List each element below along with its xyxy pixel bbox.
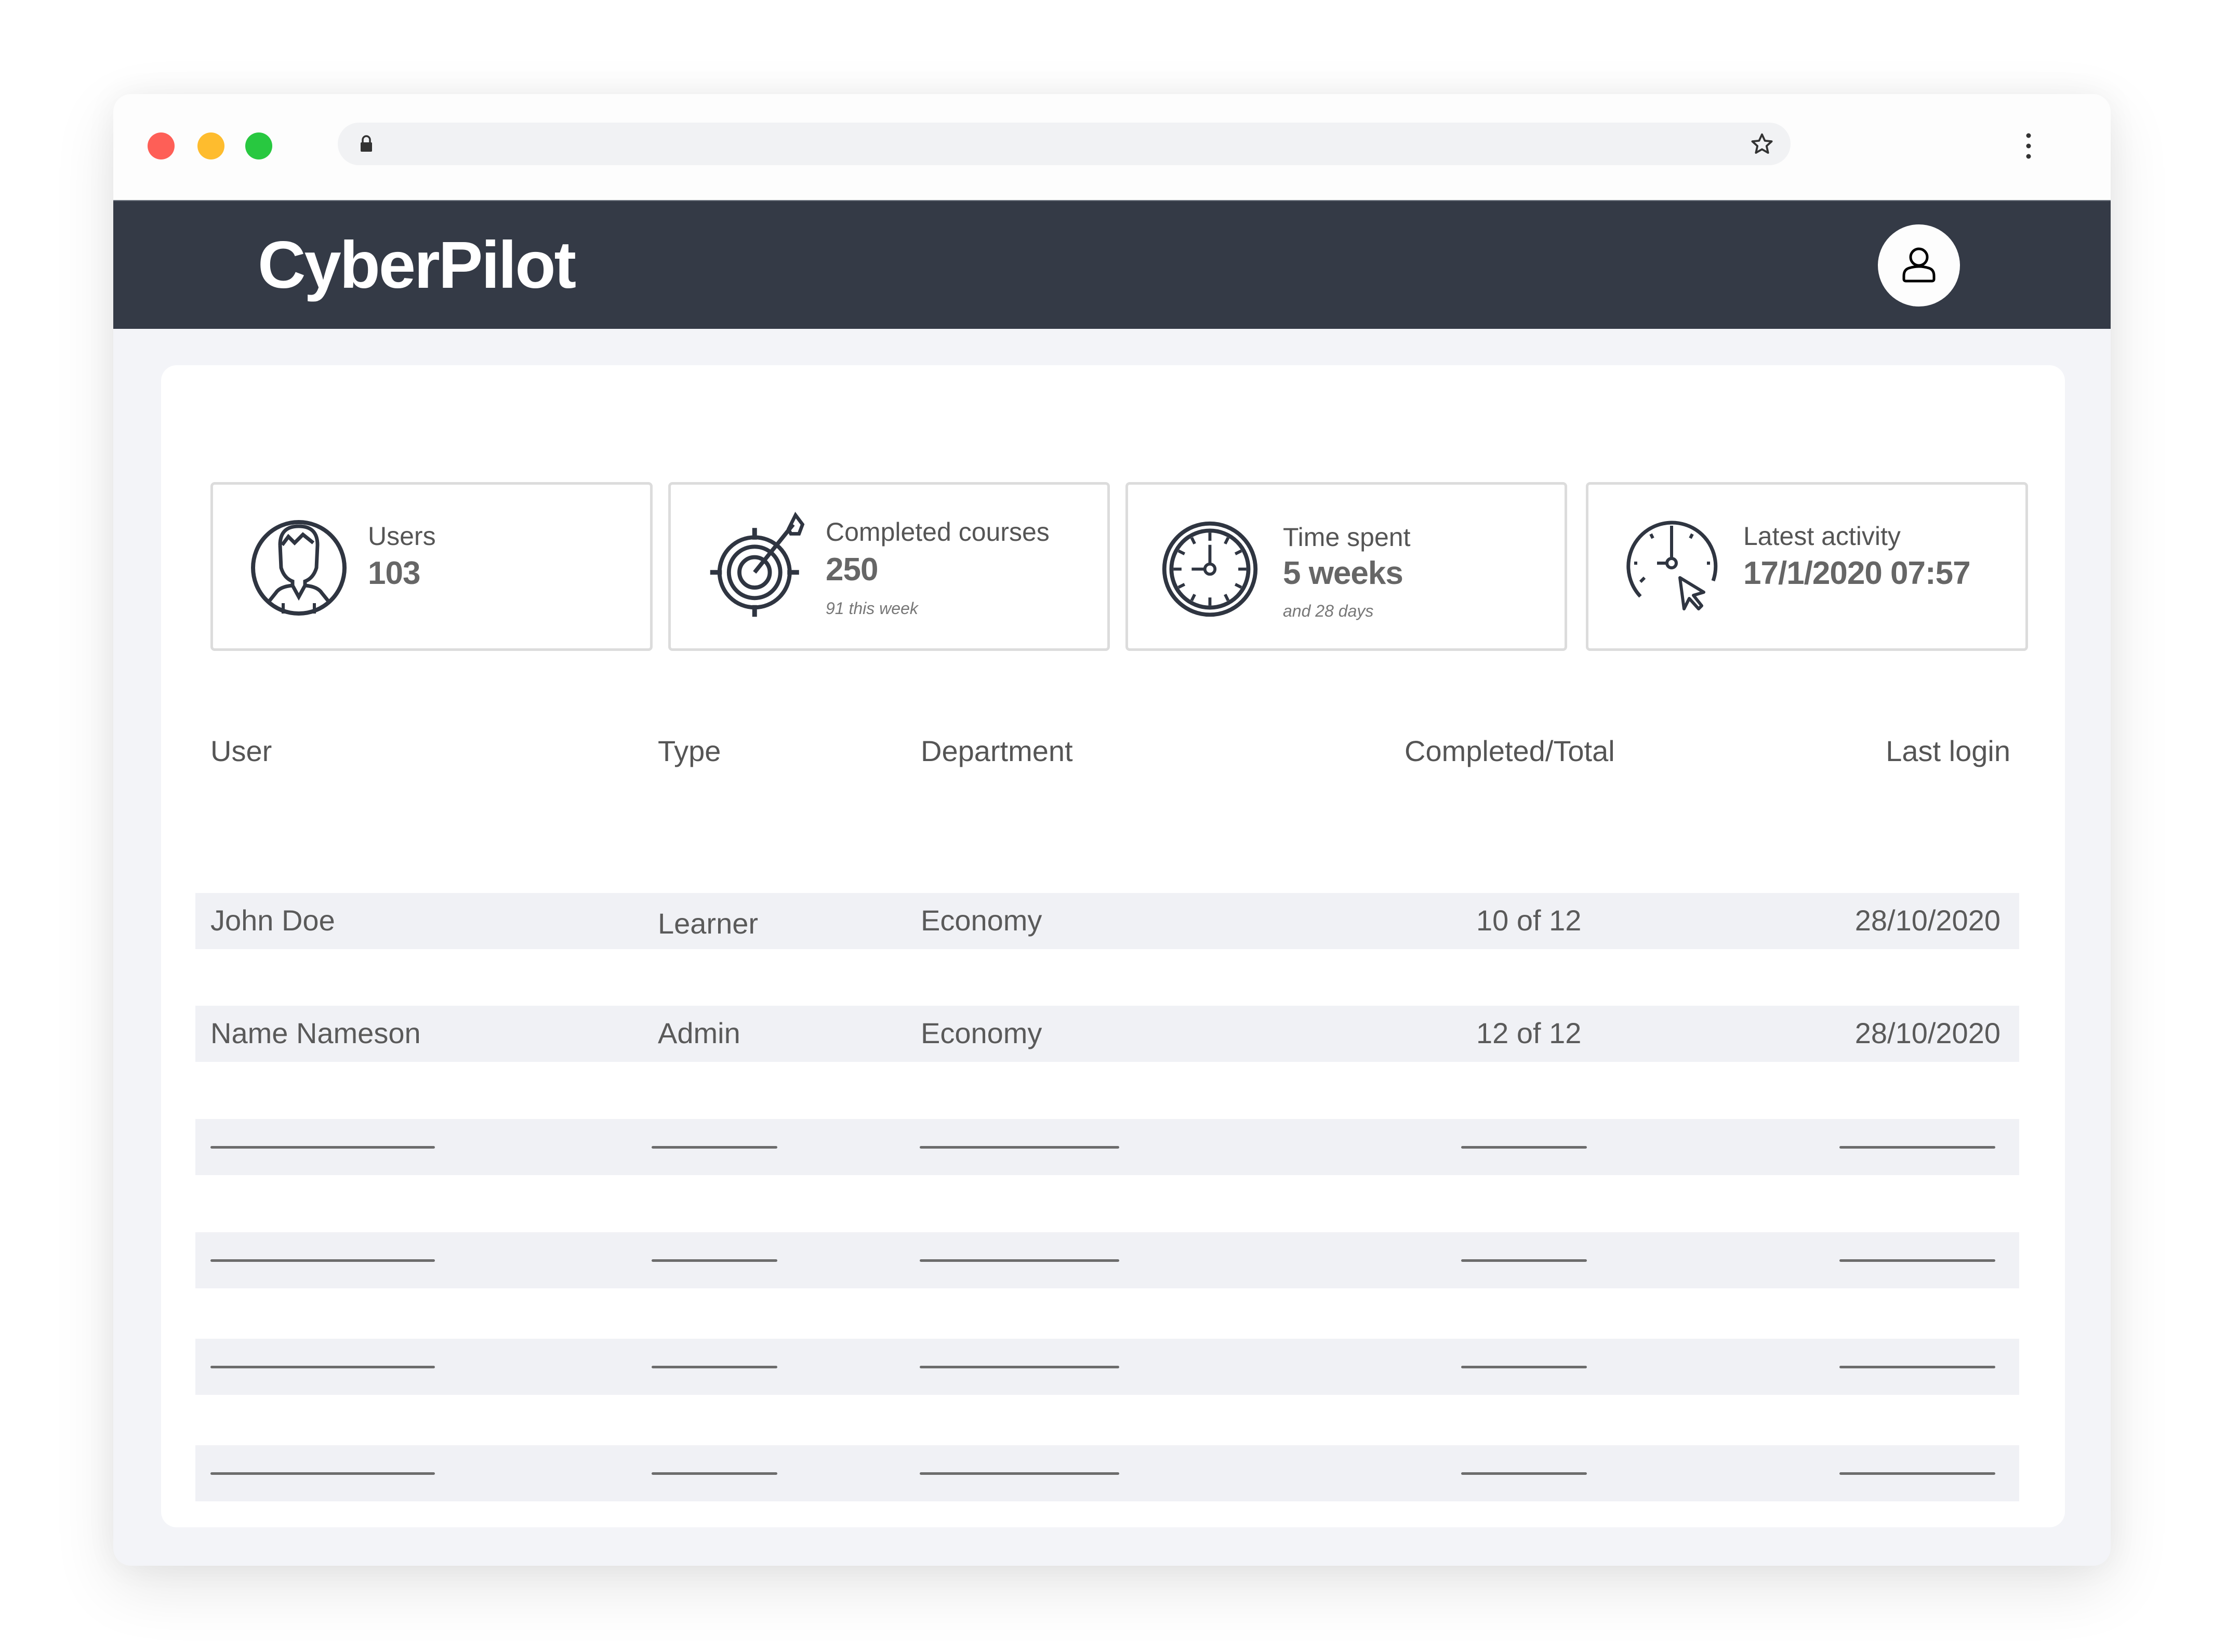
placeholder-row — [195, 1119, 2019, 1175]
minimize-window-button[interactable] — [197, 132, 224, 159]
placeholder-line — [920, 1146, 1119, 1149]
lock-icon — [361, 135, 372, 152]
placeholder-line — [920, 1472, 1119, 1475]
placeholder-line — [1461, 1366, 1587, 1368]
kebab-menu-icon[interactable] — [2023, 131, 2034, 161]
stat-value: 103 — [368, 555, 420, 591]
placeholder-row — [195, 1339, 2019, 1395]
app-header: CyberPilot — [113, 200, 2111, 329]
star-icon[interactable] — [1750, 132, 1774, 156]
stat-label: Time spent — [1283, 523, 1411, 552]
stat-label: Users — [368, 522, 436, 551]
browser-chrome — [113, 94, 2111, 200]
stat-card-time-spent: Time spent 5 weeks and 28 days — [1125, 482, 1567, 651]
close-window-button[interactable] — [148, 132, 175, 159]
stat-value: 250 — [826, 552, 878, 588]
stat-value: 17/1/2020 07:57 — [1743, 555, 1971, 591]
cell-user: John Doe — [210, 904, 335, 937]
cell-completed: 10 of 12 — [1476, 904, 1582, 937]
placeholder-line — [210, 1259, 435, 1262]
placeholder-line — [1839, 1146, 1995, 1149]
cell-type: Admin — [658, 1017, 740, 1049]
cell-type: Learner — [658, 907, 759, 940]
clock-cursor-icon — [1626, 521, 1718, 610]
placeholder-line — [210, 1146, 435, 1149]
column-header-completed-total[interactable]: Completed/Total — [1404, 734, 1615, 768]
table-header: User Type Department Completed/Total Las… — [161, 734, 2065, 776]
brand-logo[interactable]: CyberPilot — [258, 227, 576, 303]
placeholder-row — [195, 1445, 2019, 1501]
placeholder-line — [652, 1146, 777, 1149]
table-row[interactable]: John Doe Learner Economy 10 of 12 28/10/… — [195, 893, 2019, 949]
cell-department: Economy — [921, 904, 1042, 937]
placeholder-line — [652, 1259, 777, 1262]
profile-button[interactable] — [1878, 224, 1960, 307]
column-header-department[interactable]: Department — [921, 734, 1073, 768]
column-header-type[interactable]: Type — [658, 734, 721, 768]
stat-label: Latest activity — [1743, 522, 1901, 551]
table-row[interactable]: Name Nameson Admin Economy 12 of 12 28/1… — [195, 1006, 2019, 1062]
placeholder-line — [1461, 1146, 1587, 1149]
cell-department: Economy — [921, 1017, 1042, 1049]
stat-sublabel: and 28 days — [1283, 602, 1374, 620]
user-icon — [1902, 247, 1936, 283]
column-header-user[interactable]: User — [210, 734, 272, 768]
column-header-last-login[interactable]: Last login — [1886, 734, 2010, 768]
target-arrow-icon — [710, 512, 805, 617]
placeholder-line — [920, 1259, 1119, 1262]
browser-window: CyberPilot Users 103 Completed courses 2… — [113, 94, 2111, 1566]
stat-sublabel: 91 this week — [826, 599, 918, 618]
stat-label: Completed courses — [826, 517, 1050, 547]
cell-last-login: 28/10/2020 — [1854, 1017, 2000, 1049]
maximize-window-button[interactable] — [245, 132, 272, 159]
stat-card-users: Users 103 — [210, 482, 653, 651]
cell-user: Name Nameson — [210, 1017, 421, 1049]
cell-completed: 12 of 12 — [1476, 1017, 1582, 1049]
address-bar[interactable] — [338, 123, 1791, 165]
placeholder-line — [1839, 1366, 1995, 1368]
dashboard-card: Users 103 Completed courses 250 91 this … — [161, 365, 2065, 1527]
stat-card-completed-courses: Completed courses 250 91 this week — [668, 482, 1110, 651]
placeholder-line — [210, 1366, 435, 1368]
placeholder-row — [195, 1232, 2019, 1288]
placeholder-line — [1461, 1472, 1587, 1475]
placeholder-line — [652, 1366, 777, 1368]
placeholder-line — [920, 1366, 1119, 1368]
placeholder-line — [1461, 1259, 1587, 1262]
placeholder-line — [1839, 1472, 1995, 1475]
user-circle-icon — [251, 520, 347, 616]
placeholder-line — [210, 1472, 435, 1475]
cell-last-login: 28/10/2020 — [1854, 904, 2000, 937]
stat-card-latest-activity: Latest activity 17/1/2020 07:57 — [1586, 482, 2028, 651]
placeholder-line — [652, 1472, 777, 1475]
stat-value: 5 weeks — [1283, 555, 1403, 591]
stopwatch-icon — [1162, 521, 1258, 617]
placeholder-line — [1839, 1259, 1995, 1262]
